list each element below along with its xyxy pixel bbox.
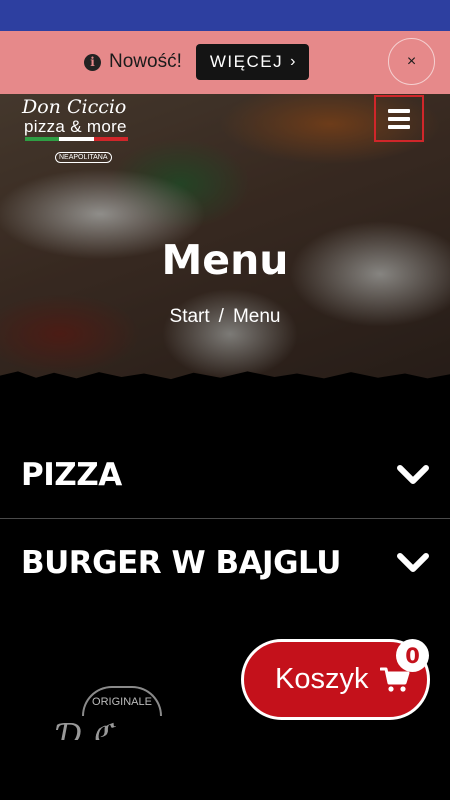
hamburger-line bbox=[388, 124, 410, 129]
info-circle-icon: i bbox=[84, 53, 101, 71]
close-icon: × bbox=[406, 52, 417, 70]
category-title: PIZZA bbox=[21, 457, 122, 493]
cart-label: Koszyk bbox=[275, 663, 369, 695]
hamburger-menu-button[interactable] bbox=[374, 95, 424, 142]
flag-white bbox=[59, 137, 94, 141]
more-button[interactable]: WIĘCEJ › bbox=[195, 44, 310, 80]
category-title: BURGER W BAJGLU bbox=[21, 545, 341, 581]
hamburger-line bbox=[388, 116, 410, 121]
flag-red bbox=[93, 137, 128, 141]
logo-script-text: Don Ciccio bbox=[22, 96, 127, 118]
logo-badge: NEAPOLITANA bbox=[55, 152, 112, 163]
footer-logo: ORIGINALE Ɗ ℭ bbox=[50, 686, 200, 753]
chevron-right-icon: › bbox=[290, 53, 296, 70]
announcement-text: Nowość! bbox=[109, 51, 182, 72]
footer-logo-arc: ORIGINALE bbox=[82, 686, 162, 716]
breadcrumb-separator: / bbox=[218, 306, 224, 327]
page-title: Menu bbox=[161, 236, 289, 284]
category-pizza[interactable]: PIZZA bbox=[0, 431, 450, 519]
logo-flag-stripe bbox=[25, 137, 128, 141]
category-burger[interactable]: BURGER W BAJGLU bbox=[0, 519, 450, 607]
cart-count-badge: 0 bbox=[396, 639, 429, 672]
close-announcement-button[interactable]: × bbox=[388, 38, 435, 85]
breadcrumb-current: Menu bbox=[232, 306, 281, 327]
site-logo[interactable]: Don Ciccio pizza & more NEAPOLITANA bbox=[22, 94, 132, 170]
chevron-down-icon bbox=[397, 465, 429, 484]
status-bar bbox=[0, 0, 450, 31]
breadcrumb: Start / Menu bbox=[0, 306, 450, 328]
more-button-label: WIĘCEJ bbox=[209, 52, 284, 71]
logo-tagline: pizza & more bbox=[24, 117, 127, 136]
breadcrumb-start-link[interactable]: Start bbox=[170, 306, 210, 327]
announcement-bar: i Nowość! WIĘCEJ › × bbox=[0, 31, 450, 94]
chevron-down-icon bbox=[397, 553, 429, 572]
hamburger-menu-icon bbox=[388, 108, 410, 113]
bottom-bar bbox=[0, 740, 450, 800]
flag-green bbox=[25, 137, 60, 141]
